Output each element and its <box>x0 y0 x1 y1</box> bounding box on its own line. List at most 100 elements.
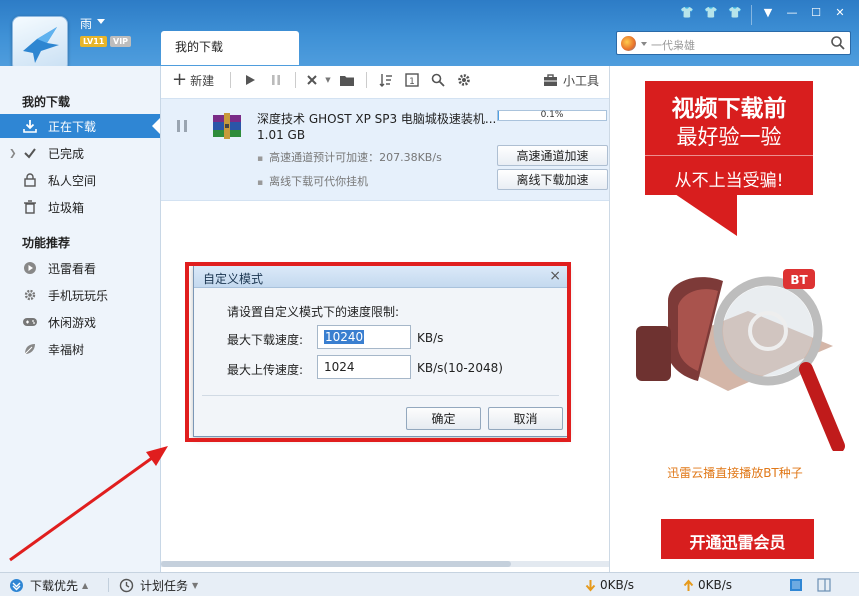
sidebar-item-private-space[interactable]: 私人空间 <box>0 168 160 192</box>
download-priority-button[interactable]: 下载优先 ▲ <box>8 576 88 594</box>
divider <box>751 5 752 25</box>
ad-slogan: 从不上当受骗! <box>674 171 784 191</box>
layout-split-button[interactable] <box>816 576 838 594</box>
sidebar-item-downloading[interactable]: 正在下载 <box>0 114 160 138</box>
download-speed-value: 0KB/s <box>600 578 635 592</box>
pause-button[interactable] <box>263 69 289 91</box>
sidebar-item-xunlei-kankan[interactable]: 迅雷看看 <box>0 256 160 280</box>
ad-headline: 视频下载前 <box>671 96 787 122</box>
horizontal-scrollbar[interactable] <box>161 561 609 567</box>
progress-text: 0.1% <box>540 110 564 120</box>
new-task-button[interactable]: + 新建 <box>172 69 224 91</box>
download-task-row[interactable]: 深度技术 GHOST XP SP3 电脑城极速装机... 1.01 GB 高速通… <box>161 98 609 201</box>
search-input[interactable]: 一代枭雄 <box>651 37 695 53</box>
maximize-icon[interactable]: ☐ <box>805 2 827 22</box>
sidebar-section-downloads: 我的下载 <box>22 95 71 109</box>
tools-button[interactable]: 小工具 <box>543 69 599 91</box>
gear-icon <box>22 287 38 303</box>
sidebar-item-label: 已完成 <box>48 146 85 161</box>
sidebar-item-label: 迅雷看看 <box>48 261 97 276</box>
tab-my-downloads[interactable]: 我的下载 <box>161 31 299 65</box>
open-folder-button[interactable] <box>334 69 360 91</box>
single-task-button[interactable]: 1 <box>399 69 425 91</box>
ad-subheadline: 最好验一验 <box>676 125 782 149</box>
task-filename: 深度技术 GHOST XP SP3 电脑城极速装机... <box>257 112 497 126</box>
find-button[interactable] <box>425 69 451 91</box>
window-controls: 👕 👕 👕 ▼ — ☐ ✕ <box>676 2 851 25</box>
sidebar-item-label: 正在下载 <box>48 119 97 134</box>
number-one-icon: 1 <box>405 73 419 87</box>
play-circle-icon <box>22 260 38 276</box>
film-magnifier-illustration: BT <box>636 269 845 451</box>
play-icon <box>246 75 255 85</box>
toolbar-divider <box>366 72 367 88</box>
bt-badge: BT <box>790 273 808 287</box>
sidebar-item-label: 私人空间 <box>48 173 97 188</box>
priority-icon <box>8 577 24 593</box>
settings-button[interactable] <box>451 69 477 91</box>
thunder-logo[interactable] <box>12 16 68 72</box>
message-shirt-icon[interactable]: 👕 <box>724 2 746 22</box>
folder-icon <box>340 75 354 86</box>
task-offline-hint: 离线下载可代你挂机 <box>257 173 368 189</box>
status-divider <box>108 578 109 592</box>
toolbar-divider <box>295 72 296 88</box>
fast-channel-button[interactable]: 高速通道加速 <box>497 145 608 166</box>
vip-badge: VIP <box>110 36 132 47</box>
offline-download-button[interactable]: 离线下载加速 <box>497 169 608 190</box>
vip-signup-button[interactable]: 开通迅雷会员 <box>661 519 814 559</box>
search-icon[interactable] <box>830 35 846 51</box>
upload-speed: 0KB/s <box>682 576 732 594</box>
download-speed: 0KB/s <box>584 576 634 594</box>
delete-menu-button[interactable]: ▼ <box>322 69 334 91</box>
user-name[interactable]: 雨 <box>80 15 92 32</box>
gear-icon <box>458 74 470 86</box>
ad-divider <box>645 155 813 156</box>
toolbar: + 新建 ▼ 1 小工具 <box>161 66 609 94</box>
scrollbar-thumb[interactable] <box>161 561 511 567</box>
close-icon[interactable]: ✕ <box>829 2 851 22</box>
sidebar-section-features: 功能推荐 <box>22 236 71 250</box>
layout-single-button[interactable] <box>788 576 810 594</box>
layout-single-icon <box>788 577 804 593</box>
task-pause-icon[interactable] <box>176 119 188 133</box>
plus-icon: + <box>172 69 188 90</box>
ad-caption[interactable]: 迅雷云播直接播放BT种子 <box>610 464 859 481</box>
scheduled-task-button[interactable]: 计划任务 ▼ <box>118 576 198 594</box>
sidebar: 我的下载 正在下载 ❯ 已完成 私人空间 垃圾箱 功能推荐 迅雷看看 手机玩玩乐… <box>0 66 161 572</box>
sort-button[interactable] <box>373 69 399 91</box>
chevron-down-icon: ▼ <box>192 580 199 590</box>
checkmark-icon <box>22 145 38 161</box>
task-speedup-estimate: 高速通道预计可加速：207.38KB/s <box>257 149 442 165</box>
skin-shirt2-icon[interactable]: 👕 <box>700 2 722 22</box>
bird-icon <box>23 27 59 63</box>
new-task-label: 新建 <box>190 73 215 88</box>
search-box[interactable]: 一代枭雄 <box>616 31 851 55</box>
sidebar-item-happy-tree[interactable]: 幸福树 <box>0 337 160 361</box>
search-engine-icon[interactable] <box>621 36 636 51</box>
pause-icon <box>272 75 280 85</box>
rar-archive-icon <box>213 113 241 139</box>
sidebar-item-trash[interactable]: 垃圾箱 <box>0 195 160 219</box>
sidebar-item-completed[interactable]: 已完成 <box>0 141 160 165</box>
user-menu-chevron-icon[interactable] <box>97 19 105 24</box>
delete-button[interactable] <box>302 69 322 91</box>
vip-signup-label: 开通迅雷会员 <box>689 533 786 552</box>
search-engine-chevron-icon[interactable] <box>641 42 647 46</box>
ad-panel[interactable]: 视频下载前 最好验一验 从不上当受骗! BT 迅雷云播直接播放BT种子 开通迅雷… <box>609 66 859 572</box>
clock-icon <box>118 577 134 593</box>
sidebar-item-label: 垃圾箱 <box>48 200 85 215</box>
ad-banner[interactable]: 视频下载前 最好验一验 从不上当受骗! <box>645 81 813 195</box>
delete-x-icon <box>307 75 317 85</box>
skin-shirt-icon[interactable]: 👕 <box>676 2 698 22</box>
menu-chevron-icon[interactable]: ▼ <box>757 2 779 22</box>
lock-icon <box>22 172 38 188</box>
minimize-icon[interactable]: — <box>781 2 803 22</box>
sidebar-item-mobile-fun[interactable]: 手机玩玩乐 <box>0 283 160 307</box>
tools-label: 小工具 <box>562 73 599 88</box>
gamepad-icon <box>22 314 38 330</box>
start-button[interactable] <box>237 69 263 91</box>
sidebar-item-casual-games[interactable]: 休闲游戏 <box>0 310 160 334</box>
chevron-up-icon: ▲ <box>82 580 89 590</box>
annotation-highlight-box <box>185 262 571 442</box>
